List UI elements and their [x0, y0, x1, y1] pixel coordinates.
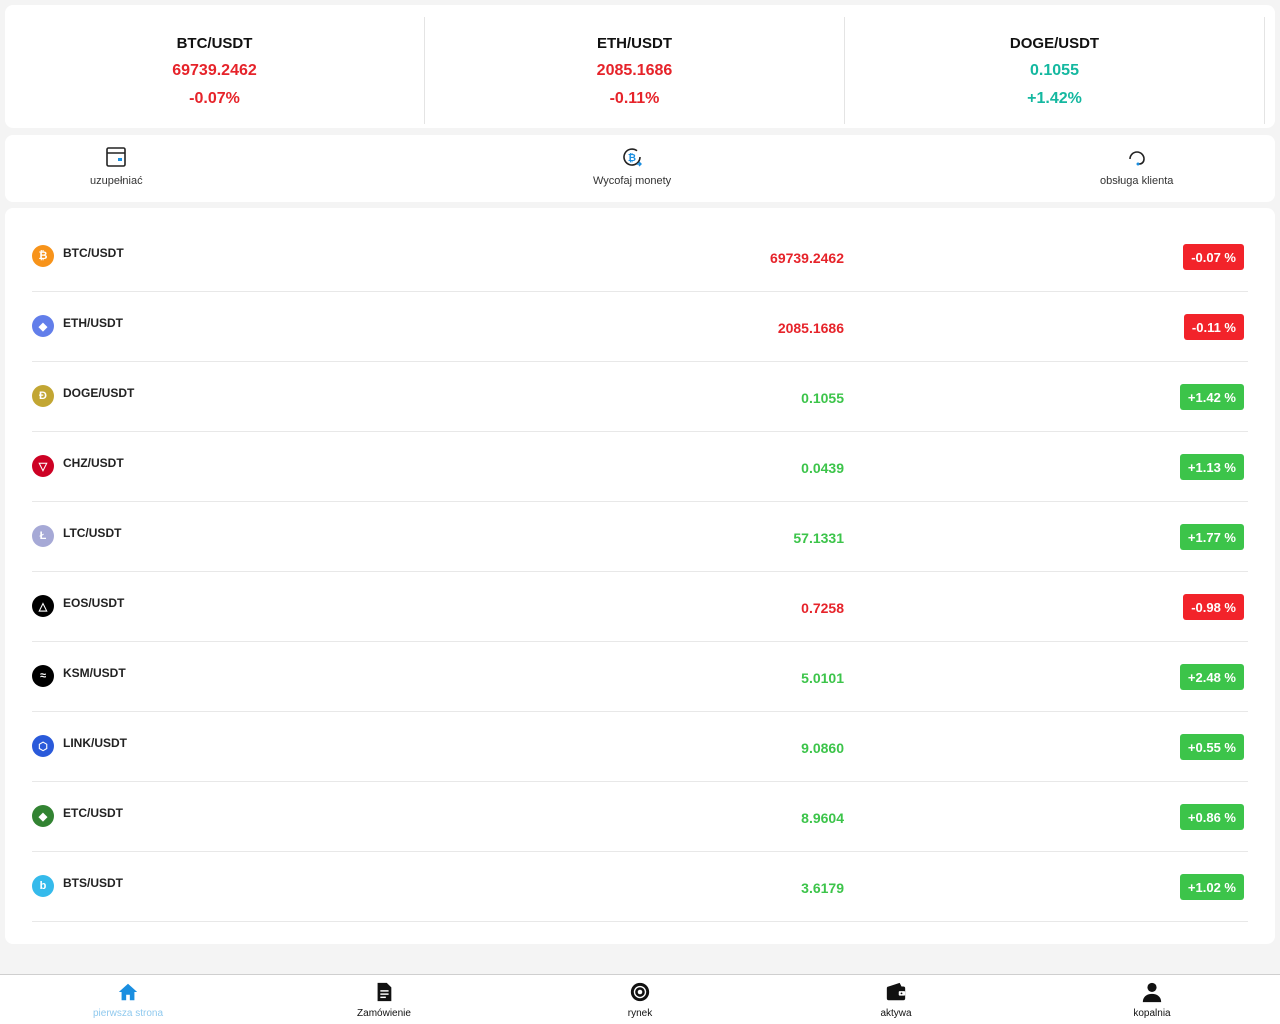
- support-button[interactable]: obsługa klienta: [1100, 145, 1173, 187]
- ticker-price: 0.1055: [1030, 62, 1079, 79]
- eth-icon: ◆: [32, 315, 54, 337]
- ticker-price: 69739.2462: [172, 62, 257, 79]
- market-price: 2085.1686: [777, 320, 844, 336]
- wallet-icon: [886, 982, 906, 1001]
- market-row[interactable]: Ð DOGE/USDT 0.1055 +1.42 %: [32, 362, 1248, 432]
- ltc-icon: Ł: [32, 525, 54, 547]
- market-row[interactable]: ▽ CHZ/USDT 0.0439 +1.13 %: [32, 432, 1248, 502]
- market-price: 57.1331: [793, 530, 844, 546]
- change-badge: +0.86 %: [1179, 804, 1244, 830]
- coin-withdraw-icon: ₿: [623, 148, 643, 167]
- ticker-eth[interactable]: ETH/USDT 2085.1686 -0.11%: [424, 17, 844, 124]
- change-badge: +1.02 %: [1179, 874, 1244, 900]
- nav-home[interactable]: pierwsza strona: [0, 975, 256, 1024]
- bts-icon: b: [32, 875, 54, 897]
- market-list: ₿ BTC/USDT 69739.2462 -0.07 % ◆ ETH/USDT 2085.…: [5, 208, 1275, 944]
- change-badge: +1.77 %: [1179, 524, 1244, 550]
- market-pair: ETH/USDT: [63, 316, 123, 330]
- market-pair: DOGE/USDT: [63, 386, 135, 400]
- ticker-pair: DOGE/USDT: [1009, 35, 1100, 52]
- ticker-change: -0.07%: [189, 90, 240, 107]
- nav-assets[interactable]: aktywa: [768, 975, 1024, 1024]
- bottom-nav: pierwsza strona Zamówienie rynek aktywa: [0, 974, 1280, 1024]
- nav-orders-label: Zamówienie: [357, 1008, 411, 1019]
- deposit-label: uzupełniać: [90, 175, 143, 187]
- market-pair: KSM/USDT: [63, 666, 126, 680]
- btc-icon: ₿: [32, 245, 54, 267]
- market-row[interactable]: ₿ BTC/USDT 69739.2462 -0.07 %: [32, 222, 1248, 292]
- change-badge: -0.07 %: [1183, 244, 1244, 270]
- market-row[interactable]: ≈ KSM/USDT 5.0101 +2.48 %: [32, 642, 1248, 712]
- support-label: obsługa klienta: [1100, 175, 1174, 187]
- market-row[interactable]: Ł LTC/USDT 57.1331 +1.77 %: [32, 502, 1248, 572]
- change-badge: +0.55 %: [1179, 734, 1244, 760]
- change-badge: -0.11 %: [1183, 314, 1244, 340]
- nav-orders[interactable]: Zamówienie: [256, 975, 512, 1024]
- change-badge: +1.13 %: [1179, 454, 1244, 480]
- ticker-price: 2085.1686: [596, 62, 673, 79]
- nav-mining[interactable]: kopalnia: [1024, 975, 1280, 1024]
- market-price: 0.7258: [801, 600, 844, 616]
- market-price: 69739.2462: [770, 250, 844, 266]
- ticker-doge[interactable]: DOGE/USDT 0.1055 +1.42%: [844, 17, 1265, 124]
- headset-icon: [1128, 151, 1145, 166]
- nav-home-label: pierwsza strona: [92, 1008, 164, 1019]
- eos-icon: △: [32, 595, 54, 617]
- withdraw-button[interactable]: ₿ Wycofaj monety: [593, 145, 671, 187]
- home-icon: [118, 983, 138, 1001]
- nav-market[interactable]: rynek: [512, 975, 768, 1024]
- market-pair: LINK/USDT: [63, 736, 127, 750]
- market-row[interactable]: △ EOS/USDT 0.7258 -0.98 %: [32, 572, 1248, 642]
- market-price: 3.6179: [801, 880, 844, 896]
- etc-icon: ◆: [32, 805, 54, 827]
- market-pair: BTS/USDT: [63, 876, 123, 890]
- market-pair: LTC/USDT: [63, 526, 122, 540]
- market-row[interactable]: ⬡ LINK/USDT 9.0860 +0.55 %: [32, 712, 1248, 782]
- market-price: 9.0860: [801, 740, 844, 756]
- ticker-bar: BTC/USDT 69739.2462 -0.07% ETH/USDT 2085…: [5, 5, 1275, 128]
- wallet-card-icon: [106, 147, 127, 167]
- market-row[interactable]: ◆ ETC/USDT 8.9604 +0.86 %: [32, 782, 1248, 852]
- quick-actions: uzupełniać ₿ Wycofaj monety obsługa klie…: [5, 135, 1275, 202]
- ksm-icon: ≈: [32, 665, 54, 687]
- nav-assets-label: aktywa: [880, 1008, 912, 1019]
- nav-market-label: rynek: [627, 1008, 653, 1019]
- market-pair: CHZ/USDT: [63, 456, 124, 470]
- doge-icon: Ð: [32, 385, 54, 407]
- market-pair: EOS/USDT: [63, 596, 125, 610]
- ticker-change: -0.11%: [609, 90, 660, 107]
- market-price: 5.0101: [801, 670, 844, 686]
- ticker-btc[interactable]: BTC/USDT 69739.2462 -0.07%: [5, 5, 424, 128]
- document-icon: [377, 982, 392, 1002]
- market-price: 0.1055: [801, 390, 844, 406]
- ticker-change: +1.42%: [1027, 90, 1082, 107]
- market-price: 0.0439: [801, 460, 844, 476]
- market-row[interactable]: ◆ ETH/USDT 2085.1686 -0.11 %: [32, 292, 1248, 362]
- svg-text:₿: ₿: [628, 152, 636, 164]
- chz-icon: ▽: [32, 455, 54, 477]
- ticker-pair: ETH/USDT: [597, 35, 672, 52]
- market-row[interactable]: b BTS/USDT 3.6179 +1.02 %: [32, 852, 1248, 922]
- market-icon: [630, 982, 650, 1002]
- market-price: 8.9604: [801, 810, 844, 826]
- change-badge: -0.98 %: [1183, 594, 1244, 620]
- change-badge: +2.48 %: [1179, 664, 1244, 690]
- deposit-button[interactable]: uzupełniać: [90, 145, 143, 187]
- withdraw-label: Wycofaj monety: [593, 175, 672, 187]
- market-pair: ETC/USDT: [63, 806, 123, 820]
- change-badge: +1.42 %: [1179, 384, 1244, 410]
- nav-mining-label: kopalnia: [1133, 1008, 1171, 1019]
- ticker-pair: BTC/USDT: [176, 35, 253, 52]
- market-pair: BTC/USDT: [63, 246, 124, 260]
- link-icon: ⬡: [32, 735, 54, 757]
- user-icon: [1142, 982, 1162, 1003]
